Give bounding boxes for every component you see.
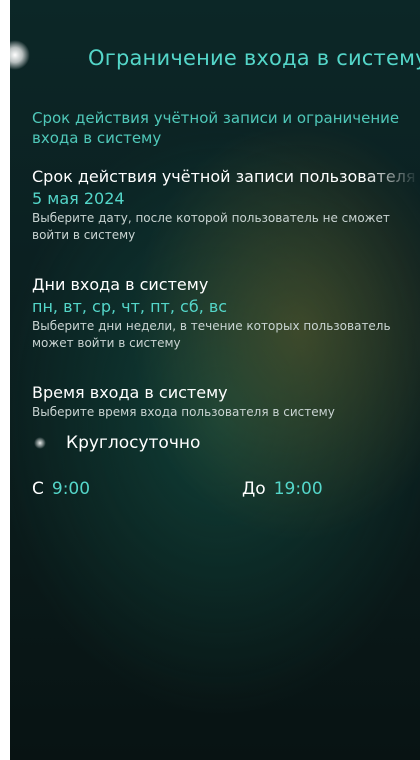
- radio-icon[interactable]: [32, 435, 48, 451]
- time-to-value: 19:00: [273, 479, 323, 499]
- time-to[interactable]: До 19:00: [242, 479, 323, 499]
- account-expiry-value: 5 мая 2024: [32, 189, 125, 208]
- login-time-label: Время входа в систему: [32, 383, 228, 402]
- account-expiry-label: Срок действия учётной записи пользовател…: [32, 167, 416, 186]
- page-title: Ограничение входа в систему: [88, 46, 420, 70]
- time-from-value: 9:00: [51, 479, 91, 499]
- left-edge-strip: [0, 0, 10, 760]
- section-title: Срок действия учётной записи и ограничен…: [32, 109, 400, 147]
- login-time-description: Выберите время входа пользователя в сист…: [32, 405, 335, 419]
- account-expiry-setting[interactable]: Срок действия учётной записи пользовател…: [32, 166, 420, 244]
- login-days-value: пн, вт, ср, чт, пт, сб, вс: [32, 297, 228, 316]
- around-clock-label: Круглосуточно: [66, 433, 201, 453]
- time-from[interactable]: С 9:00: [32, 479, 242, 499]
- login-days-label: Дни входа в систему: [32, 275, 209, 294]
- settings-content: Срок действия учётной записи и ограничен…: [32, 108, 420, 499]
- login-days-description: Выберите дни недели, в течение которых п…: [32, 319, 391, 350]
- back-icon[interactable]: [0, 40, 30, 70]
- account-expiry-description: Выберите дату, после которой пользовател…: [32, 211, 390, 242]
- login-time-setting: Время входа в систему Выберите время вхо…: [32, 382, 420, 421]
- time-range: С 9:00 До 19:00: [32, 479, 420, 499]
- time-from-prefix: С: [32, 479, 44, 499]
- login-days-setting[interactable]: Дни входа в систему пн, вт, ср, чт, пт, …: [32, 274, 420, 352]
- time-to-prefix: До: [242, 479, 266, 499]
- header: Ограничение входа в систему: [40, 40, 420, 76]
- around-clock-option[interactable]: Круглосуточно: [32, 433, 420, 453]
